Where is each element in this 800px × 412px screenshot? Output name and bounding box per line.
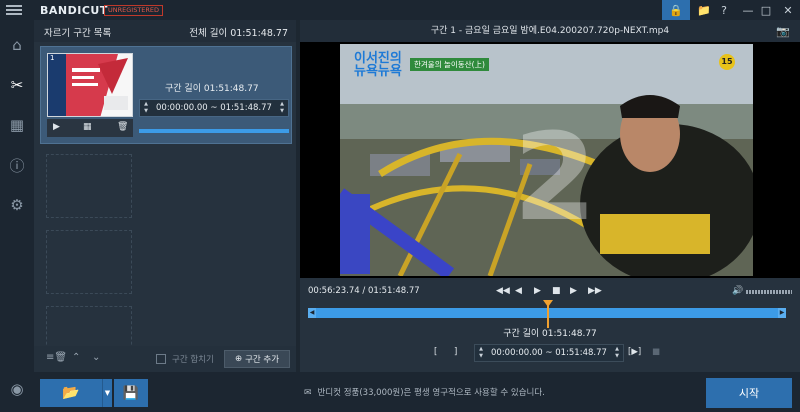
app-logo: BANDICUT xyxy=(40,4,108,17)
playback-position: 00:56:23.74 / 01:51:48.77 xyxy=(308,286,420,296)
overlay-number: 2 xyxy=(513,109,597,248)
next-segment-icon[interactable]: ▶▶ xyxy=(588,286,602,296)
total-length: 전체 길이 01:51:48.77 xyxy=(189,28,288,39)
video-preview[interactable]: 2 이서진의 뉴욕뉴욕 한겨울의 놀이동산(上) 15 xyxy=(300,42,800,278)
cut-icon[interactable]: ✂ xyxy=(8,76,26,94)
segment-index: 1 xyxy=(50,54,55,62)
playhead-marker[interactable] xyxy=(543,300,553,307)
merge-checkbox[interactable] xyxy=(156,354,166,364)
segment-length-label: 구간 길이 01:51:48.77 xyxy=(503,329,597,339)
title-bar: BANDICUT UNREGISTERED 🔒 📁 ? — □ ✕ xyxy=(0,0,800,20)
overlay-tag: 한겨울의 놀이동산(上) xyxy=(410,58,489,71)
open-dropdown-icon[interactable]: ▼ xyxy=(102,379,112,407)
move-up-icon[interactable]: ⌃ xyxy=(72,352,80,363)
segment-time-range[interactable]: ▲ ▼ 00:00:00.00 ~ 01:51:48.77 ▲ ▼ xyxy=(139,99,289,117)
unregistered-badge: UNREGISTERED xyxy=(104,5,164,16)
end-spinner[interactable]: ▲ ▼ xyxy=(612,345,622,361)
segment-panel: 자르기 구간 목록 전체 길이 01:51:48.77 1 ▶ ▦ 🗑 구간 길… xyxy=(34,20,296,372)
show-logo: 이서진의 뉴욕뉴욕 xyxy=(354,51,402,79)
start-button[interactable]: 시작 xyxy=(706,378,792,408)
empty-segment-slot xyxy=(46,230,132,294)
start-spinner[interactable]: ▲ ▼ xyxy=(141,100,151,116)
play-icon[interactable]: ▶ xyxy=(534,286,541,296)
stop-segment-icon[interactable]: ■ xyxy=(652,347,660,357)
end-handle[interactable]: ▶ xyxy=(778,308,786,318)
step-back-icon[interactable]: ◀ xyxy=(515,286,522,296)
menu-icon[interactable] xyxy=(6,3,22,17)
merge-label: 구간 합치기 xyxy=(172,355,214,365)
step-forward-icon[interactable]: ▶ xyxy=(570,286,577,296)
record-icon[interactable]: ◉ xyxy=(8,380,26,398)
lock-icon[interactable]: 🔒 xyxy=(662,0,690,20)
camera-icon[interactable]: 📷 xyxy=(776,25,790,38)
plus-icon: ⊕ xyxy=(234,354,243,364)
play-icon[interactable]: ▶ xyxy=(53,122,60,132)
segment-thumbnail[interactable]: 1 xyxy=(47,53,133,117)
video-title: 구간 1 - 금요일 금요일 밤에.E04.200207.720p-NEXT.m… xyxy=(300,20,800,42)
bandicut-window: BANDICUT UNREGISTERED 🔒 📁 ? — □ ✕ ⌂ ✂ ▦ … xyxy=(0,0,800,412)
bottom-bar: 📂 ▼ 💾 ✉ 반디컷 정품(33,000원)은 평생 영구적으로 사용할 수 있… xyxy=(34,372,800,412)
stop-icon[interactable]: ■ xyxy=(552,286,561,296)
volume-slider[interactable] xyxy=(746,290,792,294)
segment-length: 구간 길이 01:51:48.77 xyxy=(165,84,259,94)
delete-list-icon[interactable]: ≡🗑 xyxy=(46,352,67,363)
thumbnail-controls: ▶ ▦ 🗑 xyxy=(47,119,133,137)
add-segment-button[interactable]: ⊕ 구간 추가 xyxy=(224,350,290,368)
play-segment-icon[interactable]: [▶] xyxy=(628,347,641,357)
start-handle[interactable]: ◀ xyxy=(308,308,316,318)
grid-icon[interactable]: ▦ xyxy=(83,122,92,132)
age-rating-badge: 15 xyxy=(719,54,735,70)
open-file-button[interactable]: 📂 xyxy=(40,379,102,407)
purchase-notice[interactable]: ✉ 반디컷 정품(33,000원)은 평생 영구적으로 사용할 수 있습니다. xyxy=(304,386,545,398)
close-icon[interactable]: ✕ xyxy=(774,0,800,20)
chat-icon: ✉ xyxy=(304,388,312,398)
empty-segment-slot xyxy=(46,154,132,218)
end-spinner[interactable]: ▲ ▼ xyxy=(277,100,287,116)
video-time-range[interactable]: ▲ ▼ 00:00:00.00 ~ 01:51:48.77 ▲ ▼ xyxy=(474,344,624,362)
set-end-icon[interactable]: ] xyxy=(454,347,457,357)
join-icon[interactable]: ▦ xyxy=(8,116,26,134)
video-area: 구간 1 - 금요일 금요일 밤에.E04.200207.720p-NEXT.m… xyxy=(300,20,800,372)
segment-list-title: 자르기 구간 목록 xyxy=(44,28,112,39)
folder-open-icon: 📂 xyxy=(62,385,80,401)
set-start-icon[interactable]: [ xyxy=(434,347,437,357)
video-frame: 2 이서진의 뉴욕뉴욕 한겨울의 놀이동산(上) 15 xyxy=(340,44,753,276)
save-button[interactable]: 💾 xyxy=(114,379,148,407)
start-spinner[interactable]: ▲ ▼ xyxy=(476,345,486,361)
volume-icon[interactable]: 🔊 xyxy=(732,286,743,296)
trash-icon[interactable]: 🗑 xyxy=(117,122,128,132)
move-down-icon[interactable]: ⌄ xyxy=(92,352,100,363)
home-icon[interactable]: ⌂ xyxy=(8,36,26,54)
segment-range-bar xyxy=(139,129,289,133)
segment-header: 자르기 구간 목록 전체 길이 01:51:48.77 xyxy=(34,20,296,42)
segment-footer: ≡🗑 ⌃ ⌄ 구간 합치기 ⊕ 구간 추가 xyxy=(34,346,296,372)
segment-item[interactable]: 1 ▶ ▦ 🗑 구간 길이 01:51:48.77 ▲ ▼ 00:00:00.0… xyxy=(40,46,292,144)
settings-icon[interactable]: ⚙ xyxy=(8,196,26,214)
info-icon[interactable]: ⓘ xyxy=(8,156,26,175)
left-nav: ⌂ ✂ ▦ ⓘ ⚙ ◉ xyxy=(0,20,34,412)
floppy-icon: 💾 xyxy=(122,385,140,401)
prev-segment-icon[interactable]: ◀◀ xyxy=(496,286,510,296)
